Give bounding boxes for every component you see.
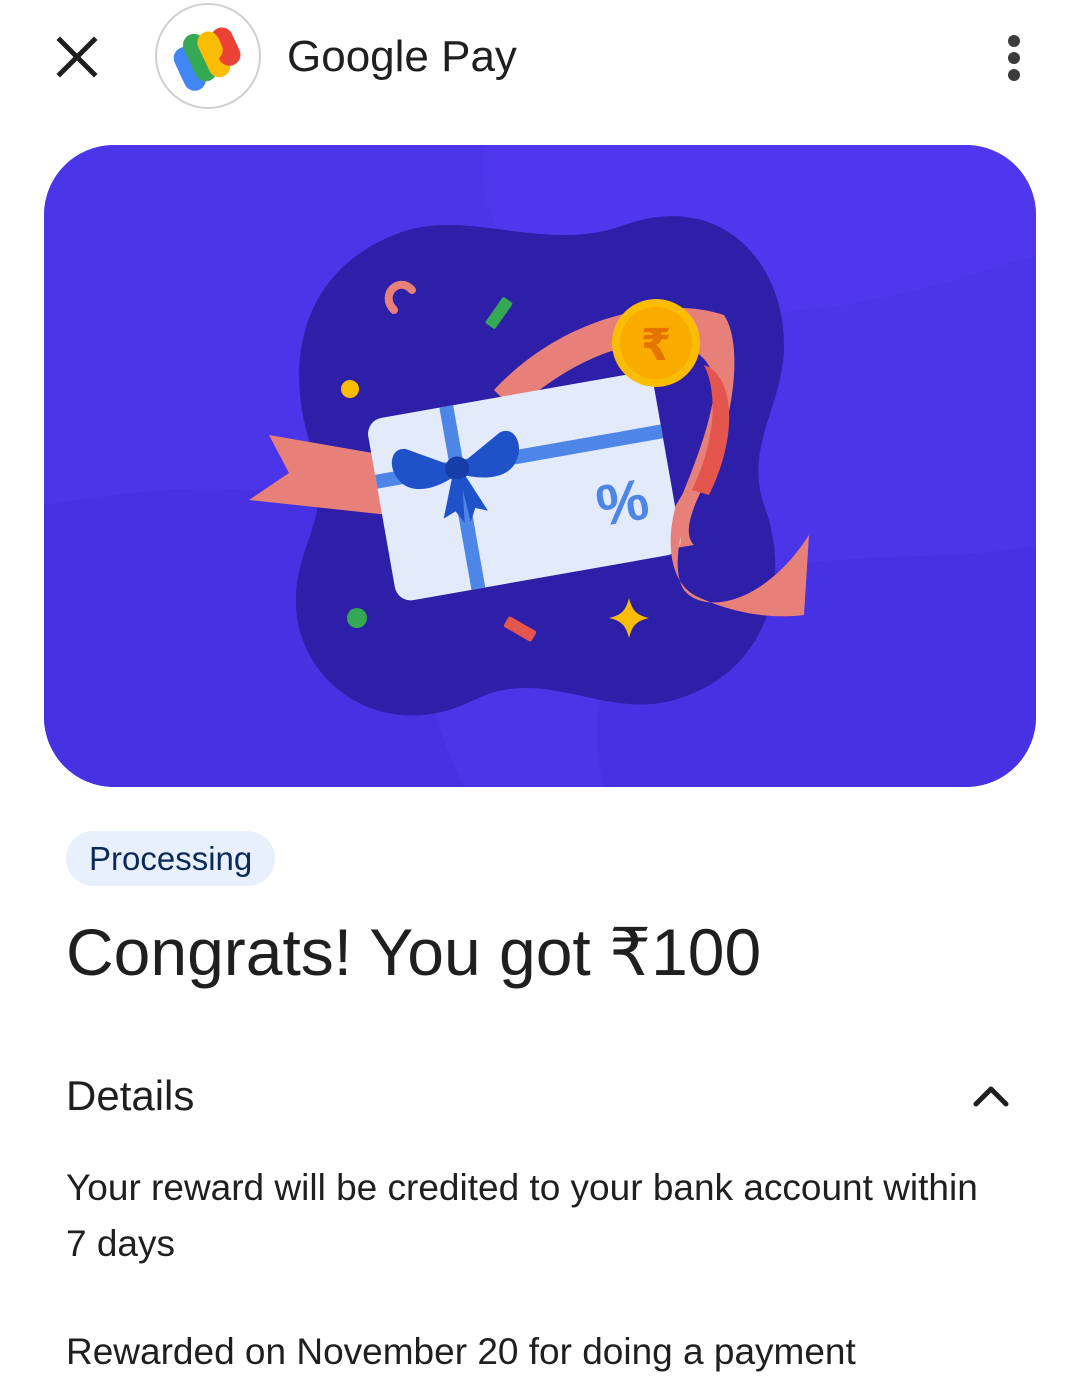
rupee-coin-symbol: ₹ [641, 320, 672, 371]
reward-note: Rewarded on November 20 for doing a paym… [66, 1331, 856, 1372]
details-section-header[interactable]: Details [66, 1066, 1016, 1126]
details-title: Details [66, 1072, 195, 1119]
more-vertical-icon [1008, 35, 1020, 81]
google-pay-logo-icon [173, 27, 241, 91]
reward-illustration: % ₹ [44, 145, 1036, 787]
app-title: Google Pay [287, 32, 517, 81]
top-app-bar: Google Pay [0, 0, 1080, 115]
credit-note: Your reward will be credited to your ban… [66, 1167, 978, 1264]
reward-headline: Congrats! You got ₹100 [66, 915, 762, 989]
close-button[interactable] [50, 30, 104, 84]
more-options-button[interactable] [988, 28, 1040, 88]
chevron-up-icon [973, 1086, 1009, 1107]
google-pay-logo [155, 3, 261, 109]
gift-card-illustration: % ₹ [44, 145, 1036, 787]
details-collapse-button[interactable] [966, 1071, 1016, 1121]
close-icon [56, 36, 98, 78]
status-badge: Processing [66, 831, 276, 886]
